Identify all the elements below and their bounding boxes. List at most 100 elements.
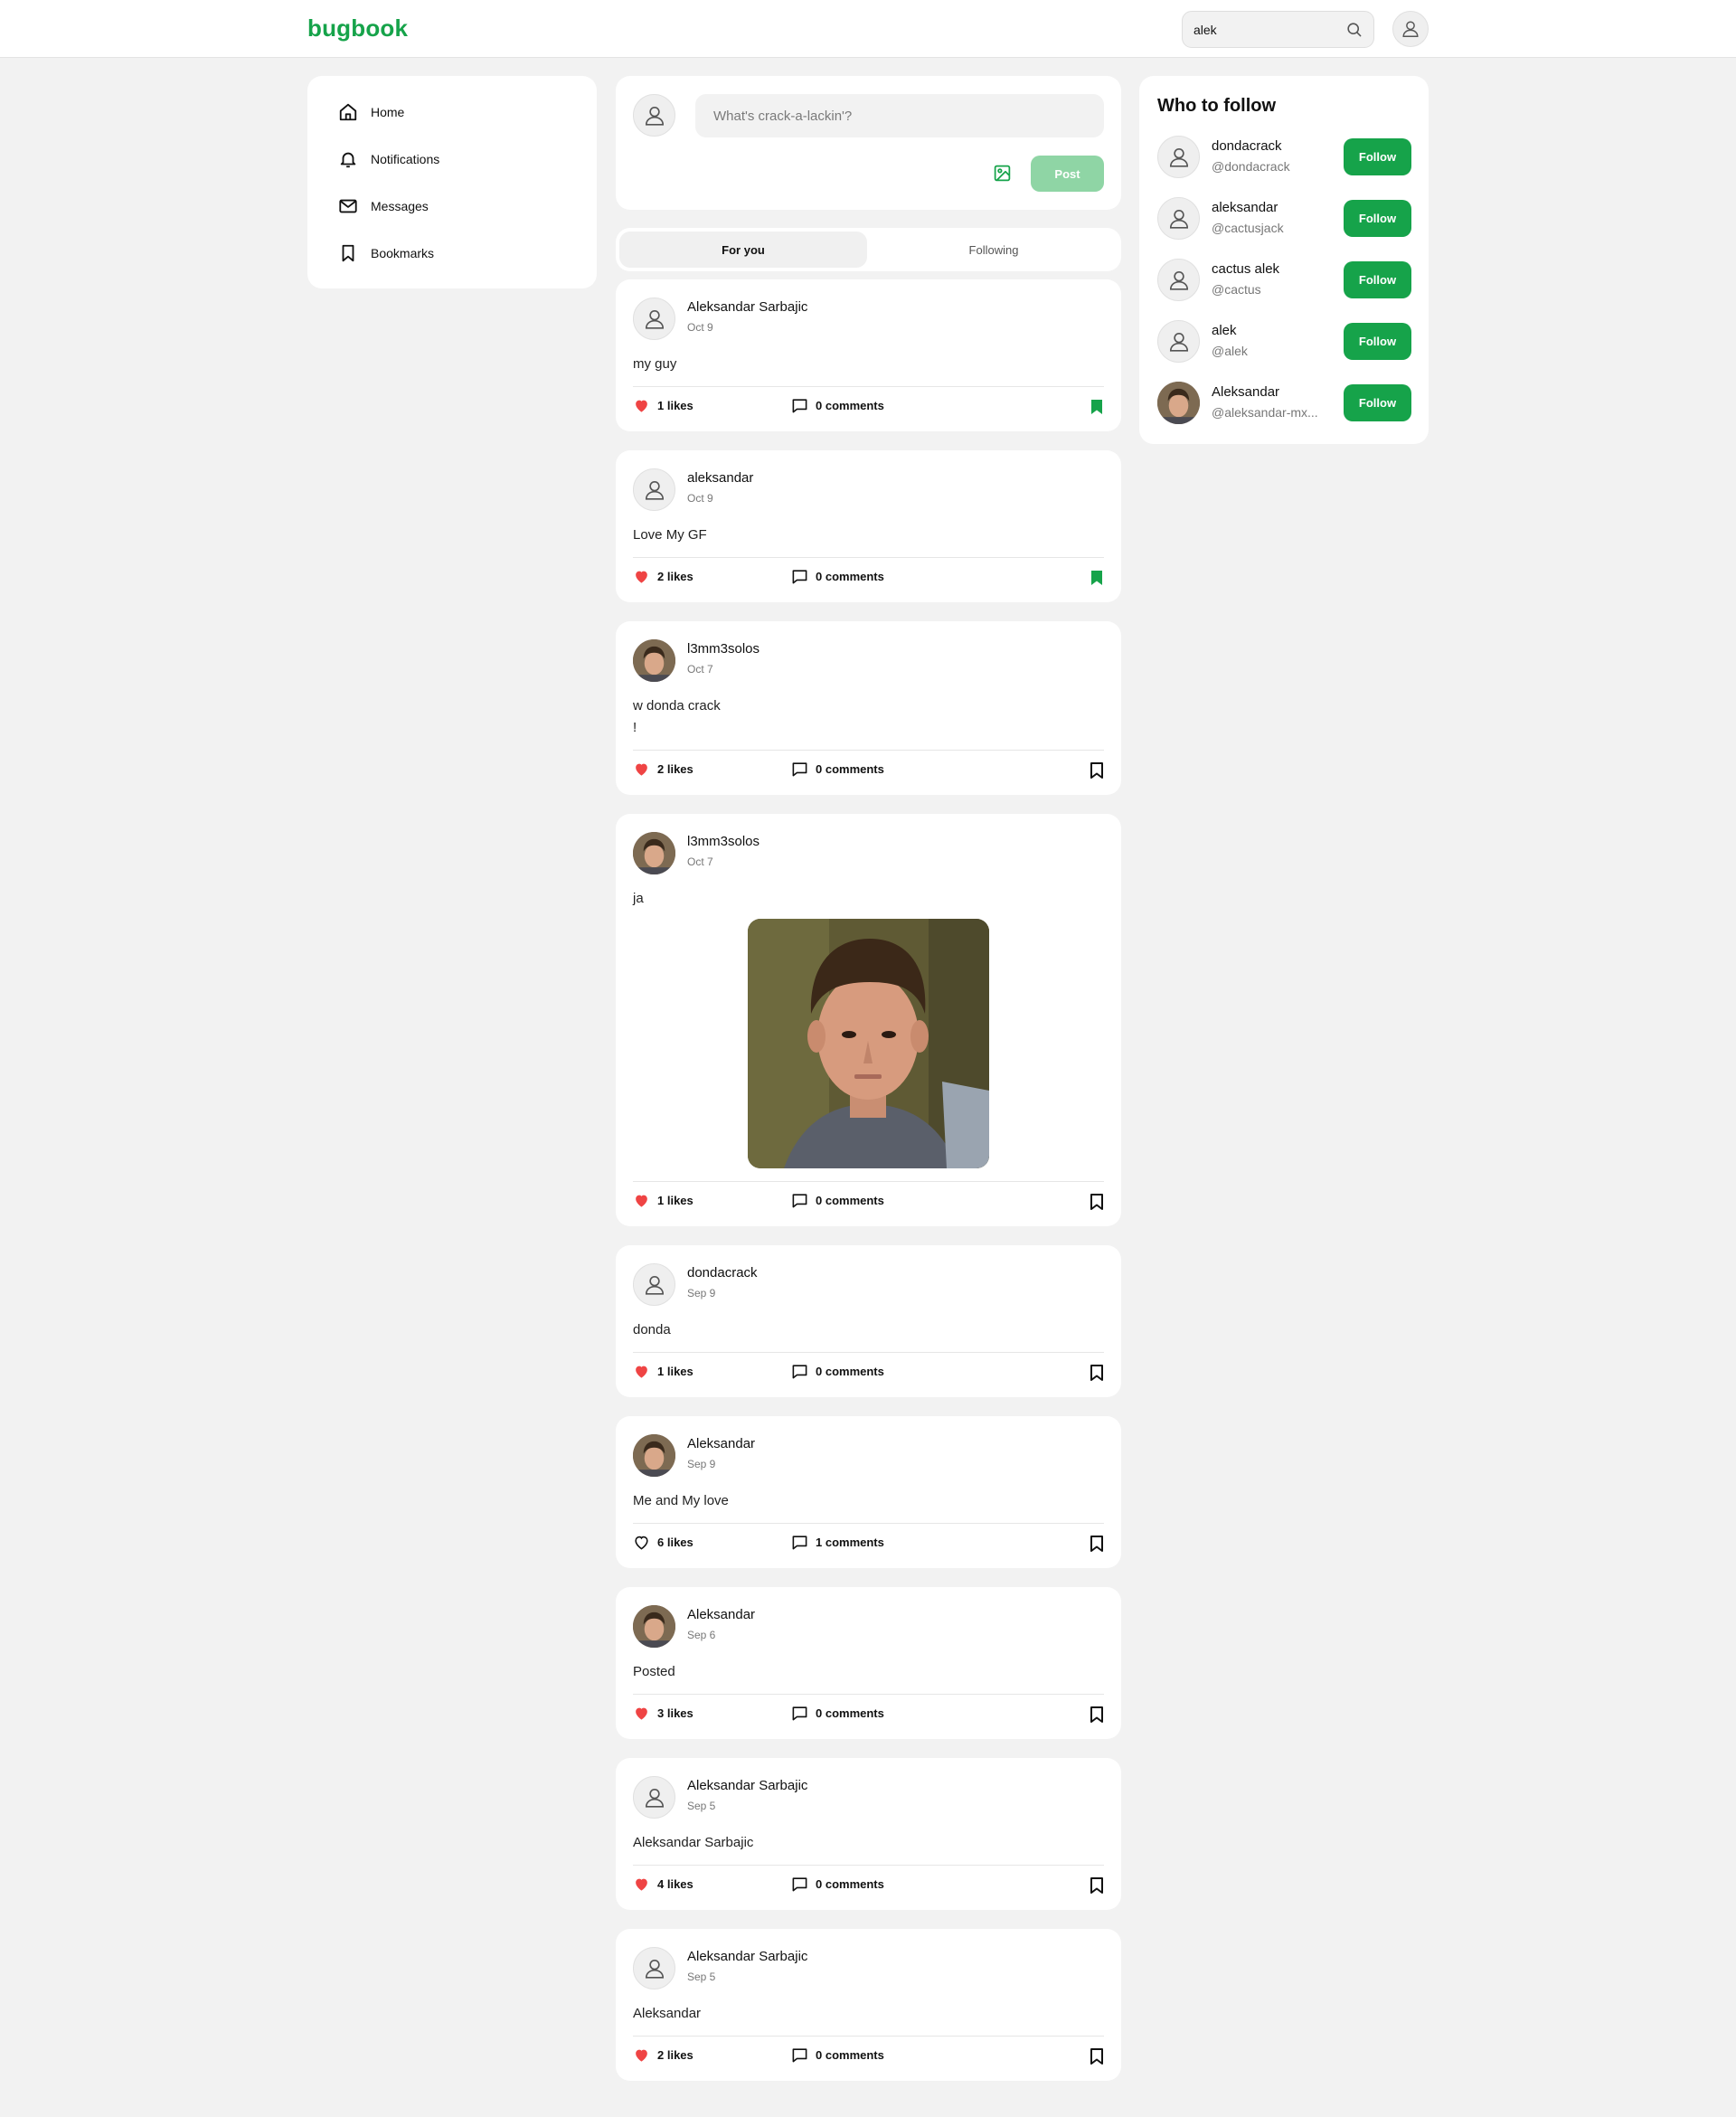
app-logo[interactable]: bugbook <box>307 14 408 43</box>
post-content-line: donda <box>633 1322 671 1337</box>
sidebar-item-bookmarks[interactable]: Bookmarks <box>338 240 434 267</box>
search-box[interactable] <box>1182 11 1374 48</box>
like-button[interactable]: 6 likes <box>633 1534 693 1551</box>
post-author-avatar[interactable] <box>633 1776 675 1819</box>
post-author-name[interactable]: aleksandar <box>687 470 753 486</box>
post-author-avatar[interactable] <box>633 1263 675 1306</box>
comment-button[interactable]: 0 comments <box>791 568 884 585</box>
comment-button[interactable]: 0 comments <box>791 1192 884 1209</box>
suggested-user-avatar[interactable] <box>1157 320 1200 363</box>
suggested-user-avatar[interactable] <box>1157 136 1200 178</box>
post-author-avatar[interactable] <box>633 832 675 874</box>
suggested-user-avatar[interactable] <box>1157 197 1200 240</box>
suggested-user-avatar[interactable] <box>1157 259 1200 301</box>
tab-following[interactable]: Following <box>870 232 1118 268</box>
post-date[interactable]: Sep 9 <box>687 1458 715 1470</box>
sidebar-item-home[interactable]: Home <box>338 99 404 126</box>
like-button[interactable]: 1 likes <box>633 1363 693 1380</box>
suggested-user-name[interactable]: dondacrack <box>1212 138 1282 154</box>
post-author-name[interactable]: Aleksandar <box>687 1436 755 1451</box>
search-input[interactable] <box>1194 12 1338 47</box>
post-author-name[interactable]: Aleksandar Sarbajic <box>687 299 807 315</box>
post-date[interactable]: Oct 7 <box>687 855 713 868</box>
bookmark-icon[interactable] <box>1090 1877 1104 1894</box>
post-author-avatar[interactable] <box>633 1947 675 1989</box>
suggested-user-name[interactable]: alek <box>1212 323 1237 338</box>
post-date[interactable]: Sep 9 <box>687 1287 715 1299</box>
bookmark-icon[interactable] <box>1090 2048 1104 2065</box>
suggested-user-name[interactable]: Aleksandar <box>1212 384 1279 400</box>
post-actions: 2 likes 0 comments <box>633 761 1104 780</box>
like-button[interactable]: 4 likes <box>633 1876 693 1893</box>
post-card: l3mm3solos Oct 7 ja 1 likes 0 comments <box>616 814 1121 1226</box>
follow-button[interactable]: Follow <box>1344 384 1411 421</box>
comment-button[interactable]: 0 comments <box>791 761 884 778</box>
composer-input[interactable] <box>695 94 1104 137</box>
heart-filled-icon <box>636 400 647 412</box>
post-date[interactable]: Sep 5 <box>687 1800 715 1812</box>
like-count: 3 likes <box>657 1706 693 1720</box>
bookmark-icon[interactable] <box>1090 1536 1104 1552</box>
comment-icon <box>792 2048 807 2063</box>
sidebar-item-messages[interactable]: Messages <box>338 193 429 220</box>
bookmark-icon[interactable] <box>1090 1194 1104 1210</box>
bookmark-icon[interactable] <box>1090 762 1104 779</box>
top-bar: bugbook <box>0 0 1736 58</box>
post-actions: 2 likes 0 comments <box>633 2046 1104 2066</box>
comment-icon <box>792 1536 807 1550</box>
comment-icon <box>792 1877 807 1892</box>
comment-button[interactable]: 1 comments <box>791 1534 884 1551</box>
bookmark-filled-icon[interactable] <box>1090 570 1104 586</box>
comment-button[interactable]: 0 comments <box>791 1363 884 1380</box>
post-date[interactable]: Oct 9 <box>687 321 713 334</box>
comment-button[interactable]: 0 comments <box>791 2046 884 2064</box>
follow-button[interactable]: Follow <box>1344 261 1411 298</box>
suggested-user-avatar[interactable] <box>1157 382 1200 424</box>
post-author-name[interactable]: Aleksandar Sarbajic <box>687 1949 807 1964</box>
tab-for-you[interactable]: For you <box>619 232 867 268</box>
like-button[interactable]: 2 likes <box>633 2046 693 2064</box>
bookmark-icon[interactable] <box>1090 1365 1104 1381</box>
suggested-user-name[interactable]: cactus alek <box>1212 261 1279 277</box>
post-content: my guy <box>633 354 676 375</box>
post-author-name[interactable]: Aleksandar Sarbajic <box>687 1778 807 1793</box>
like-count: 2 likes <box>657 762 693 776</box>
post-author-avatar[interactable] <box>633 639 675 682</box>
search-icon[interactable] <box>1345 21 1363 38</box>
comment-button[interactable]: 0 comments <box>791 397 884 414</box>
post-actions: 1 likes 0 comments <box>633 397 1104 417</box>
post-date[interactable]: Sep 5 <box>687 1971 715 1983</box>
like-button[interactable]: 3 likes <box>633 1705 693 1722</box>
follow-button[interactable]: Follow <box>1344 323 1411 360</box>
bookmark-icon[interactable] <box>1090 1706 1104 1723</box>
post-author-name[interactable]: l3mm3solos <box>687 641 760 657</box>
comment-button[interactable]: 0 comments <box>791 1876 884 1893</box>
add-media-icon[interactable] <box>993 164 1012 183</box>
user-menu-avatar[interactable] <box>1392 11 1429 47</box>
post-button[interactable]: Post <box>1031 156 1104 192</box>
bookmark-filled-icon[interactable] <box>1090 399 1104 415</box>
post-content-line: ja <box>633 891 644 906</box>
post-date[interactable]: Oct 9 <box>687 492 713 505</box>
like-button[interactable]: 2 likes <box>633 568 693 585</box>
post-card: aleksandar Oct 9 Love My GF 2 likes 0 commen… <box>616 450 1121 602</box>
post-author-avatar[interactable] <box>633 468 675 511</box>
post-date[interactable]: Oct 7 <box>687 663 713 676</box>
post-date[interactable]: Sep 6 <box>687 1629 715 1641</box>
post-author-name[interactable]: dondacrack <box>687 1265 758 1281</box>
post-author-avatar[interactable] <box>633 298 675 340</box>
follow-button[interactable]: Follow <box>1344 138 1411 175</box>
post-image[interactable] <box>748 919 989 1168</box>
post-author-name[interactable]: l3mm3solos <box>687 834 760 849</box>
follow-button[interactable]: Follow <box>1344 200 1411 237</box>
like-button[interactable]: 1 likes <box>633 397 693 414</box>
like-button[interactable]: 2 likes <box>633 761 693 778</box>
comment-icon <box>792 762 807 777</box>
post-author-avatar[interactable] <box>633 1434 675 1477</box>
suggested-user-name[interactable]: aleksandar <box>1212 200 1278 215</box>
like-button[interactable]: 1 likes <box>633 1192 693 1209</box>
post-author-name[interactable]: Aleksandar <box>687 1607 755 1622</box>
sidebar-item-notifications[interactable]: Notifications <box>338 146 439 173</box>
post-author-avatar[interactable] <box>633 1605 675 1648</box>
comment-button[interactable]: 0 comments <box>791 1705 884 1722</box>
